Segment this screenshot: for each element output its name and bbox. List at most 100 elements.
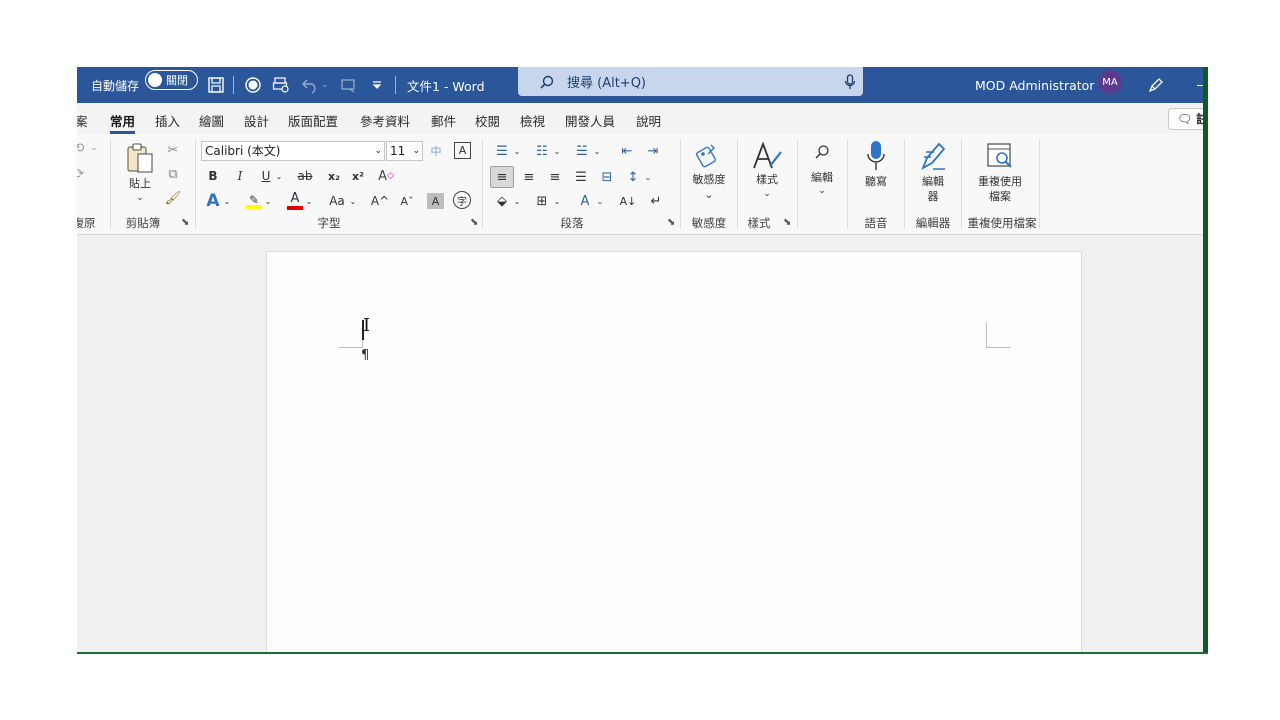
highlight-icon[interactable]: ✎ (245, 191, 263, 211)
dictate-button-label[interactable]: 聽寫 (864, 174, 888, 189)
shrink-font-button[interactable]: Aˇ (397, 191, 417, 211)
search-box[interactable]: 搜尋 (Alt+Q) (518, 67, 863, 96)
show-marks-icon[interactable]: ↵ (646, 191, 666, 211)
bullets-dropdown-icon[interactable]: ⌄ (512, 142, 522, 160)
tab-references[interactable]: 參考資料 (360, 111, 410, 130)
line-spacing-dropdown-icon[interactable]: ⌄ (643, 166, 653, 188)
undo-dropdown-icon[interactable]: ⌄ (89, 140, 99, 156)
autosave-toggle[interactable]: 關閉 (145, 70, 198, 90)
shading-dropdown-icon[interactable]: ⌄ (512, 191, 522, 211)
underline-button[interactable]: U (258, 167, 274, 185)
tab-help[interactable]: 說明 (636, 111, 661, 130)
find-icon[interactable] (812, 142, 832, 162)
font-launcher-icon[interactable]: ⬊ (470, 217, 478, 228)
align-left-icon[interactable]: ≡ (490, 166, 514, 188)
multilevel-dropdown-icon[interactable]: ⌄ (592, 142, 602, 160)
comments-button[interactable]: 🗨 註 (1168, 108, 1208, 130)
change-case-dropdown-icon[interactable]: ⌄ (348, 191, 358, 211)
styles-icon[interactable] (749, 140, 785, 172)
paste-dropdown-icon[interactable]: ⌄ (124, 191, 156, 206)
record-icon[interactable] (244, 67, 262, 103)
tab-review[interactable]: 校閱 (475, 111, 500, 130)
undo-icon[interactable]: ⟲ (77, 140, 87, 156)
superscript-button[interactable]: x² (349, 167, 367, 185)
borders-dropdown-icon[interactable]: ⌄ (552, 191, 562, 211)
numbering-dropdown-icon[interactable]: ⌄ (552, 142, 562, 160)
reuse-files-icon[interactable] (984, 140, 1016, 172)
highlight-dropdown-icon[interactable]: ⌄ (263, 191, 273, 211)
document-page[interactable]: I ¶ (266, 251, 1082, 654)
paste-label[interactable]: 貼上 (124, 176, 156, 191)
designer-pen-icon[interactable] (1147, 67, 1165, 103)
styles-button-label[interactable]: 樣式 (747, 172, 787, 187)
font-color-dropdown-icon[interactable]: ⌄ (304, 191, 314, 211)
editor-pen-icon[interactable] (917, 139, 949, 173)
paragraph-launcher-icon[interactable]: ⬊ (667, 217, 675, 228)
increase-indent-icon[interactable]: ⇥ (643, 142, 663, 160)
text-effects-icon[interactable]: A (204, 191, 222, 211)
styles-dropdown-icon[interactable]: ⌄ (747, 187, 787, 202)
styles-launcher-icon[interactable]: ⬊ (783, 217, 791, 228)
character-border-icon[interactable]: A (454, 142, 471, 159)
tab-home[interactable]: 常用 (110, 111, 136, 134)
font-color-icon[interactable]: A (286, 191, 304, 211)
tab-design[interactable]: 設計 (244, 111, 269, 130)
character-shading-icon[interactable]: A (427, 193, 444, 209)
document-canvas[interactable]: I ¶ (77, 236, 1208, 654)
font-size-combo[interactable]: 11 ⌄ (386, 141, 423, 161)
text-effects-dropdown-icon[interactable]: ⌄ (222, 191, 232, 211)
paste-icon[interactable] (124, 142, 156, 174)
line-spacing-icon[interactable]: ↕ (623, 166, 643, 188)
redo-icon[interactable] (340, 67, 358, 103)
cut-icon[interactable]: ✂ (165, 142, 181, 158)
strikethrough-button[interactable]: ab (295, 167, 315, 185)
sort-icon[interactable]: A↓ (618, 191, 638, 211)
underline-dropdown-icon[interactable]: ⌄ (274, 167, 284, 185)
avatar[interactable]: MA (1098, 70, 1122, 94)
justify-icon[interactable]: ☰ (570, 166, 592, 188)
subscript-button[interactable]: x₂ (325, 167, 343, 185)
bold-button[interactable]: B (205, 167, 221, 185)
multilevel-list-icon[interactable]: ☱ (572, 142, 592, 160)
sensitivity-button-label[interactable]: 敏感度 ⌄ (689, 172, 729, 202)
user-name[interactable]: MOD Administrator (975, 67, 1094, 103)
sensitivity-icon[interactable] (694, 140, 724, 170)
text-direction-dropdown-icon[interactable]: ⌄ (595, 191, 605, 211)
editing-dropdown-icon[interactable]: ⌄ (802, 184, 842, 199)
clipboard-launcher-icon[interactable]: ⬊ (181, 217, 189, 228)
redo-icon[interactable]: ⟳ (77, 166, 87, 182)
clear-formatting-icon[interactable]: A ◇ (376, 167, 396, 185)
grow-font-button[interactable]: A^ (370, 191, 390, 211)
save-icon[interactable] (207, 67, 225, 103)
align-center-icon[interactable]: ≡ (518, 166, 540, 188)
print-preview-icon[interactable] (272, 67, 290, 103)
enclose-character-icon[interactable]: 字 (453, 191, 471, 209)
distributed-icon[interactable]: ⊟ (596, 166, 618, 188)
editor-button-label[interactable]: 編輯器 (921, 174, 945, 204)
tab-view[interactable]: 檢視 (520, 111, 545, 130)
tab-draw[interactable]: 繪圖 (199, 111, 224, 130)
borders-icon[interactable]: ⊞ (532, 191, 552, 211)
tab-insert[interactable]: 插入 (155, 111, 180, 130)
tab-developer[interactable]: 開發人員 (565, 111, 615, 130)
text-direction-icon[interactable]: A (575, 191, 595, 211)
dictate-microphone-icon[interactable] (865, 139, 887, 173)
decrease-indent-icon[interactable]: ⇤ (617, 142, 637, 160)
phonetic-guide-icon[interactable]: 中 (427, 142, 445, 160)
tab-layout[interactable]: 版面配置 (288, 111, 338, 130)
tab-mailings[interactable]: 郵件 (431, 111, 456, 130)
editing-button-label[interactable]: 編輯 (802, 170, 842, 185)
bullets-icon[interactable]: ☰ (492, 142, 512, 160)
reuse-files-button-label[interactable]: 重複使用檔案 (977, 174, 1023, 204)
italic-button[interactable]: I (232, 167, 248, 185)
undo-icon[interactable]: ⌄ (301, 67, 329, 103)
change-case-button[interactable]: Aa (326, 191, 348, 211)
format-painter-icon[interactable]: 🖌 (165, 190, 182, 206)
numbering-icon[interactable]: ☷ (532, 142, 552, 160)
align-right-icon[interactable]: ≡ (544, 166, 566, 188)
font-name-combo[interactable]: Calibri (本文) ⌄ (201, 141, 385, 161)
tab-file[interactable]: 案 (77, 111, 88, 130)
copy-icon[interactable]: ⧉ (165, 166, 181, 182)
customize-toolbar-icon[interactable] (371, 67, 383, 103)
shading-icon[interactable]: ⬙ (492, 191, 512, 211)
